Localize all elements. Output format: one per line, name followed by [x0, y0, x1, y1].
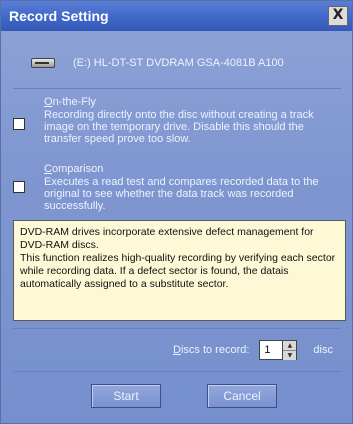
close-icon: X	[332, 7, 344, 23]
drive-icon	[31, 58, 55, 68]
info-panel: DVD-RAM drives incorporate extensive def…	[13, 220, 346, 321]
cancel-button[interactable]: Cancel	[207, 384, 277, 408]
window-title: Record Setting	[9, 8, 109, 24]
discs-to-record-row: Discs to record: 1 ▲ ▼ disc	[173, 340, 333, 360]
comparison-title: Comparison	[44, 163, 104, 175]
discs-count-input[interactable]: 1	[259, 340, 284, 360]
start-button[interactable]: Start	[91, 384, 161, 408]
spin-down-icon[interactable]: ▼	[283, 350, 297, 360]
spin-up-icon[interactable]: ▲	[283, 341, 297, 350]
close-button[interactable]: X	[328, 6, 348, 26]
divider	[13, 371, 341, 372]
on-the-fly-checkbox[interactable]	[13, 118, 25, 130]
drive-label: (E:) HL-DT-ST DVDRAM GSA-4081B A100	[73, 57, 284, 69]
discs-to-record-label: Discs to record:	[173, 344, 250, 356]
title-bar: Record Setting X	[1, 1, 352, 31]
discs-spinner[interactable]: ▲ ▼	[283, 340, 298, 360]
on-the-fly-title: On-the-Fly	[44, 96, 96, 108]
comparison-description: Executes a read test and compares record…	[44, 176, 319, 212]
drive-row: (E:) HL-DT-ST DVDRAM GSA-4081B A100	[31, 57, 284, 69]
divider	[13, 88, 341, 89]
comparison-checkbox[interactable]	[13, 181, 25, 193]
divider	[13, 328, 341, 329]
info-paragraph-1: DVD-RAM drives incorporate extensive def…	[20, 226, 314, 251]
info-paragraph-2: This function realizes high-quality reco…	[20, 252, 336, 290]
record-setting-dialog: Record Setting X (E:) HL-DT-ST DVDRAM GS…	[0, 0, 353, 424]
discs-unit-label: disc	[313, 344, 333, 356]
on-the-fly-description: Recording directly onto the disc without…	[44, 109, 314, 145]
